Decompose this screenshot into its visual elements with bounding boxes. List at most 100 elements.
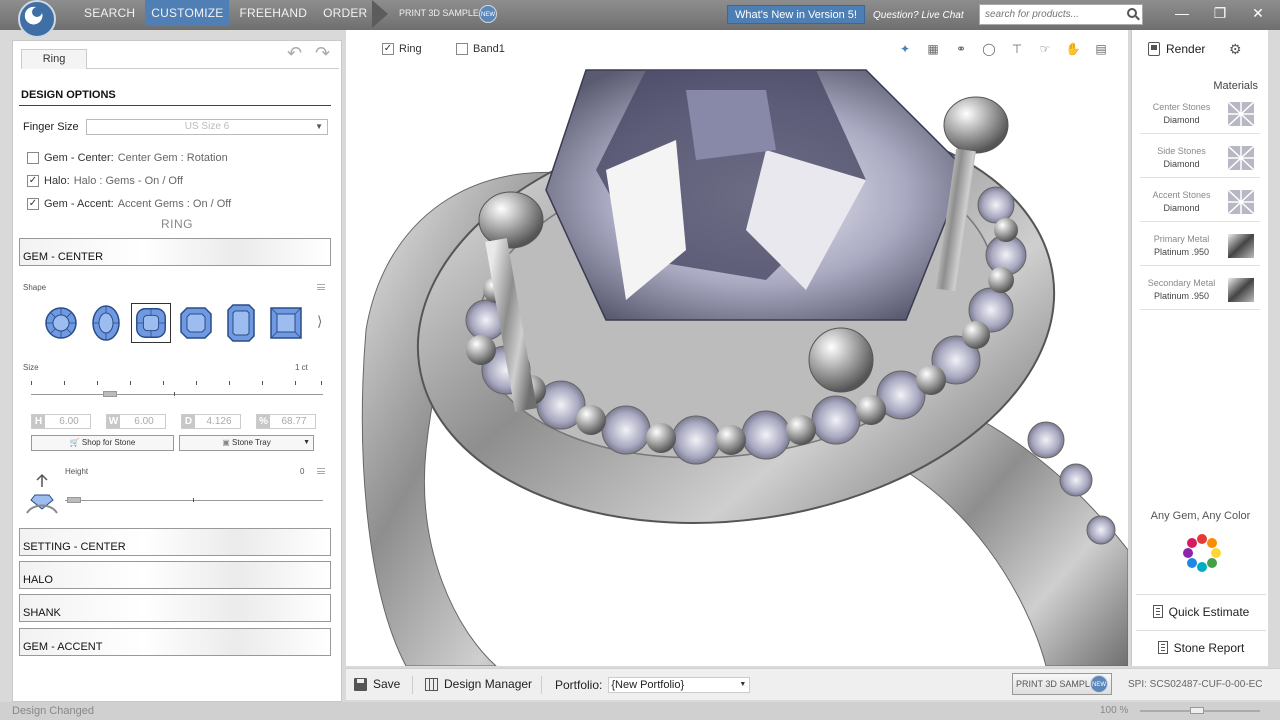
option-gem-accent[interactable]: ✓ Gem - Accent: Accent Gems : On / Off [27, 195, 231, 213]
maximize-icon[interactable]: ❐ [1207, 2, 1233, 24]
section-shank[interactable]: SHANK [19, 594, 331, 622]
tick [31, 381, 32, 385]
nav-search[interactable]: SEARCH [78, 0, 141, 26]
cushion-shape-icon[interactable] [131, 303, 171, 343]
checkbox-ring[interactable]: ✓ [382, 43, 394, 55]
hand-icon[interactable]: ✋ [1062, 40, 1084, 58]
material-name: Secondary Metal [1147, 278, 1216, 288]
search-icon[interactable] [1127, 8, 1137, 18]
size-value: 1 ct [295, 363, 308, 372]
nav-customize[interactable]: CUSTOMIZE [145, 0, 230, 26]
render-button[interactable]: Render [1148, 42, 1205, 56]
portfolio-control: Portfolio: {New Portfolio} [555, 677, 751, 693]
whats-new-button[interactable]: What's New in Version 5! [727, 5, 865, 24]
close-icon[interactable]: ✕ [1245, 2, 1271, 24]
live-chat-link[interactable]: Question? Live Chat [873, 10, 964, 21]
section-halo[interactable]: HALO [19, 561, 331, 589]
option-gem-center[interactable]: Gem - Center: Center Gem : Rotation [27, 149, 228, 167]
section-gem-center[interactable]: GEM - CENTER [19, 238, 331, 266]
dim-letter: W [107, 415, 120, 428]
dim-letter: H [32, 415, 45, 428]
design-options-title: DESIGN OPTIONS [21, 89, 116, 101]
oval-shape-icon[interactable] [86, 303, 126, 343]
status-bar: Design Changed 100 % [0, 702, 1280, 720]
material-side-stones[interactable]: Side Stones Diamond [1140, 140, 1260, 178]
measure-icon[interactable]: ⊤ [1006, 40, 1028, 58]
grid-icon[interactable]: ▦ [922, 40, 944, 58]
tick [174, 392, 175, 396]
menu-icon[interactable] [317, 284, 325, 290]
checkbox-halo[interactable]: ✓ [27, 175, 39, 187]
material-secondary-metal[interactable]: Secondary Metal Platinum .950 [1140, 272, 1260, 310]
view-ring-icon[interactable]: ◯ [978, 40, 1000, 58]
section-gem-accent[interactable]: GEM - ACCENT [19, 628, 331, 656]
tick [130, 381, 131, 385]
option-label: Halo: [44, 175, 70, 187]
color-wheel-icon[interactable] [1180, 531, 1224, 575]
option-halo[interactable]: ✓ Halo: Halo : Gems - On / Off [27, 172, 183, 190]
size-slider-track[interactable] [31, 394, 323, 395]
view-rotate-icon[interactable]: ✦ [894, 40, 916, 58]
chevron-down-icon: ▼ [303, 439, 310, 446]
portfolio-select[interactable]: {New Portfolio} [608, 677, 751, 693]
ratio-dim-field[interactable]: % 68.77 [256, 414, 316, 429]
minimize-icon[interactable]: — [1169, 2, 1195, 24]
stone-tray-select[interactable]: ▣ Stone Tray ▼ [179, 435, 314, 451]
dim-value: 68.77 [281, 416, 307, 427]
menu-icon[interactable] [317, 468, 325, 474]
checkbox-band[interactable] [456, 43, 468, 55]
shop-for-stone-button[interactable]: 🛒 Shop for Stone [31, 435, 174, 451]
nav-order[interactable]: ORDER [317, 0, 373, 26]
band-toggle-label: Band1 [473, 43, 505, 55]
checkbox-gem-center[interactable] [27, 152, 39, 164]
undo-icon[interactable]: ↶ [287, 43, 309, 63]
section-setting-center[interactable]: SETTING - CENTER [19, 528, 331, 556]
chevron-right-icon[interactable]: ⟩ [317, 313, 322, 330]
ring-toggle[interactable]: ✓ Ring [382, 43, 422, 55]
size-slider-handle[interactable] [103, 391, 117, 397]
zoom-level: 100 % [1100, 705, 1129, 716]
tick [196, 381, 197, 385]
depth-dim-field[interactable]: D 4.126 [181, 414, 241, 429]
image-icon[interactable]: ▤ [1090, 40, 1112, 58]
view-side-icon[interactable]: ⚭ [950, 40, 972, 58]
redo-icon[interactable]: ↷ [315, 43, 337, 63]
asscher-shape-icon[interactable] [176, 303, 216, 343]
band-toggle[interactable]: Band1 [456, 43, 505, 55]
tab-ring[interactable]: Ring [21, 49, 87, 69]
render-icon [1148, 42, 1160, 56]
emerald-shape-icon[interactable] [221, 303, 261, 343]
save-button[interactable]: Save [354, 677, 400, 691]
zoom-slider-handle[interactable] [1190, 707, 1204, 714]
material-center-stones[interactable]: Center Stones Diamond [1140, 96, 1260, 134]
material-primary-metal[interactable]: Primary Metal Platinum .950 [1140, 228, 1260, 266]
tick [193, 498, 194, 502]
diamond-swatch-icon [1228, 102, 1254, 126]
tick [64, 381, 65, 385]
width-dim-field[interactable]: W 6.00 [106, 414, 166, 429]
nav-freehand[interactable]: FREEHAND [233, 0, 313, 26]
3d-viewport[interactable]: ✓ Ring Band1 ✦ ▦ ⚭ ◯ ⊤ ☞ ✋ ▤ [346, 30, 1128, 666]
quick-estimate-button[interactable]: Quick Estimate [1136, 594, 1266, 628]
height-dim-field[interactable]: H 6.00 [31, 414, 91, 429]
tick [163, 381, 164, 385]
print-3d-sample-button[interactable]: PRINT 3D SAMPLE NEW [1012, 673, 1112, 695]
divider [412, 676, 413, 694]
checkbox-gem-accent[interactable]: ✓ [27, 198, 39, 210]
top-bar: SEARCH CUSTOMIZE FREEHAND ORDER PRINT 3D… [0, 0, 1280, 38]
height-slider-track[interactable] [65, 500, 323, 501]
search-input[interactable] [980, 5, 1120, 24]
height-slider-handle[interactable] [67, 497, 81, 503]
gear-icon[interactable]: ⚙ [1229, 42, 1243, 56]
app-logo[interactable] [18, 0, 56, 38]
bottom-toolbar: Save Design Manager Portfolio: {New Port… [346, 668, 1280, 700]
view-finger-icon[interactable]: ☞ [1034, 40, 1056, 58]
print-sample-link[interactable]: PRINT 3D SAMPLE [399, 8, 479, 18]
finger-size-select[interactable]: US Size 6 [86, 119, 328, 135]
round-shape-icon[interactable] [41, 303, 81, 343]
material-accent-stones[interactable]: Accent Stones Diamond [1140, 184, 1260, 222]
princess-shape-icon[interactable] [266, 303, 306, 343]
material-name: Center Stones [1152, 102, 1211, 112]
stone-report-button[interactable]: Stone Report [1136, 630, 1266, 664]
design-manager-button[interactable]: Design Manager [425, 677, 532, 691]
